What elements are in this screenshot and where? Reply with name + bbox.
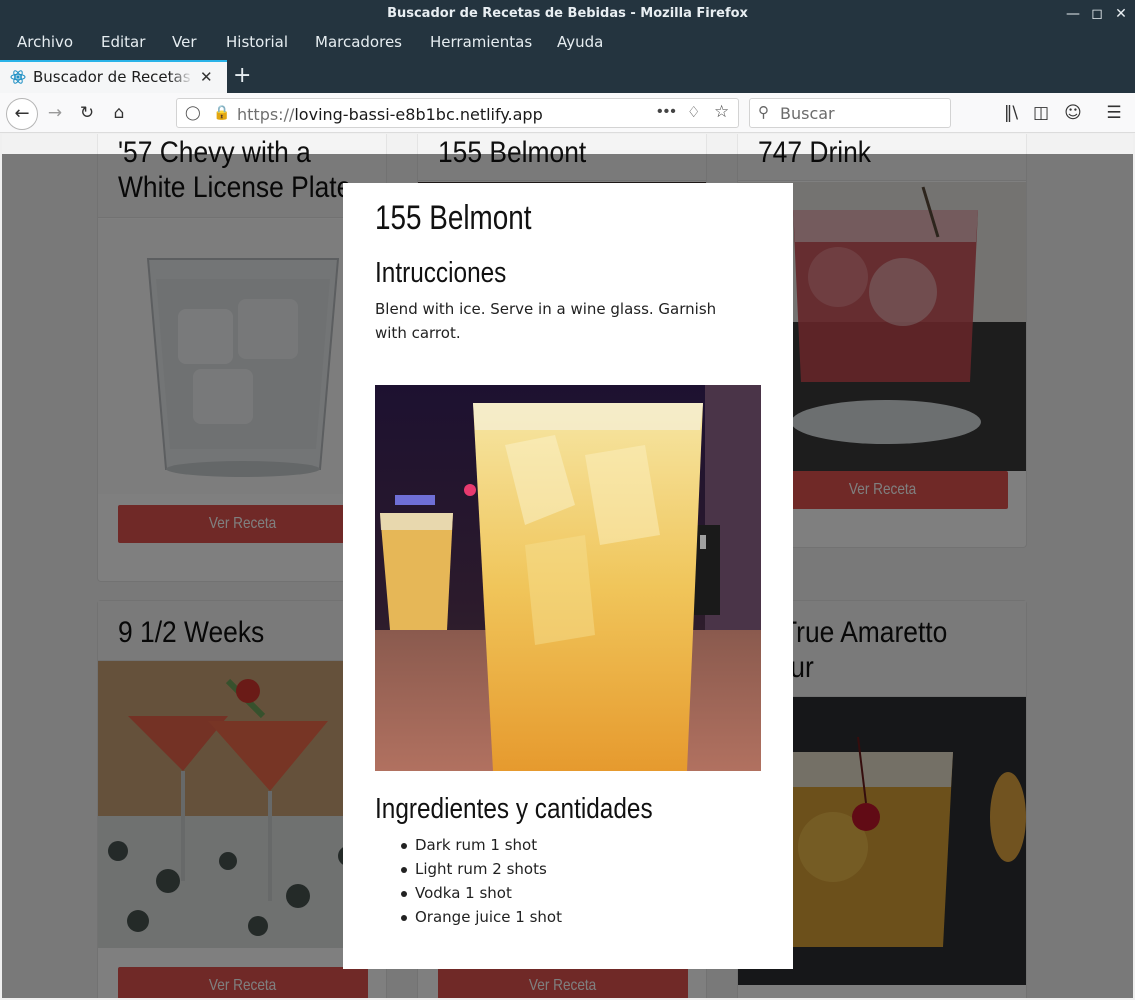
menu-archivo[interactable]: Archivo [17,33,73,51]
forward-icon[interactable]: → [40,98,70,128]
account-icon[interactable]: ☺ [1058,98,1088,128]
list-item: Orange juice 1 shot [399,905,562,929]
orange-drink-illustration [375,385,761,771]
bookmark-star-icon[interactable]: ☆ [714,102,729,122]
recipe-modal: 155 Belmont Intrucciones Blend with ice.… [343,183,793,969]
ingredients-list: Dark rum 1 shot Light rum 2 shots Vodka … [399,833,562,929]
window-titlebar: Buscador de Recetas de Bebidas - Mozilla… [0,0,1135,28]
search-bar[interactable]: ⚲ [749,98,951,128]
menu-ver[interactable]: Ver [172,33,197,51]
menu-bar: Archivo Editar Ver Historial Marcadores … [0,28,1135,60]
search-input[interactable] [780,103,940,123]
menu-ayuda[interactable]: Ayuda [557,33,603,51]
shield-icon[interactable]: ◯ [185,104,201,121]
maximize-icon[interactable]: ◻ [1086,4,1108,24]
page-actions-icon[interactable]: ••• [657,103,677,121]
sidebar-icon[interactable]: ◫ [1026,98,1056,128]
menu-marcadores[interactable]: Marcadores [315,33,402,51]
instructions-heading: Intrucciones [375,257,507,289]
list-item: Light rum 2 shots [399,857,562,881]
list-item: Vodka 1 shot [399,881,562,905]
window-title: Buscador de Recetas de Bebidas - Mozilla… [387,6,748,21]
modal-title: 155 Belmont [375,199,532,237]
navigation-bar: ← → ↻ ⌂ ◯ 🔒 https://loving-bassi-e8b1bc.… [0,93,1135,133]
library-icon[interactable]: ‖\ [996,98,1026,128]
close-tab-icon[interactable]: ✕ [200,68,213,86]
instructions-text: Blend with ice. Serve in a wine glass. G… [375,300,717,342]
new-tab-icon[interactable]: + [233,63,251,88]
react-icon [10,70,26,84]
tab-strip: Buscador de Recetas de Bebidas ✕ + [0,60,1135,93]
lock-icon[interactable]: 🔒 [213,104,230,121]
minimize-icon[interactable]: — [1062,4,1084,24]
reload-icon[interactable]: ↻ [72,98,102,128]
drink-photo [375,385,761,771]
menu-historial[interactable]: Historial [226,33,288,51]
close-window-icon[interactable]: ✕ [1110,4,1132,24]
tab-active[interactable]: Buscador de Recetas de Bebidas ✕ [0,60,227,93]
ingredients-heading: Ingredientes y cantidades [375,793,653,825]
search-icon: ⚲ [758,104,769,121]
address-bar[interactable]: ◯ 🔒 https://loving-bassi-e8b1bc.netlify.… [176,98,739,128]
url-text[interactable]: https://loving-bassi-e8b1bc.netlify.app [237,105,543,124]
back-icon[interactable]: ← [6,98,38,130]
home-icon[interactable]: ⌂ [104,98,134,128]
list-item: Dark rum 1 shot [399,833,562,857]
menu-editar[interactable]: Editar [101,33,145,51]
menu-herramientas[interactable]: Herramientas [430,33,532,51]
pocket-icon[interactable]: ♢ [687,103,700,121]
tab-label: Buscador de Recetas de Bebidas [33,68,193,86]
menu-icon[interactable]: ☰ [1099,98,1129,128]
